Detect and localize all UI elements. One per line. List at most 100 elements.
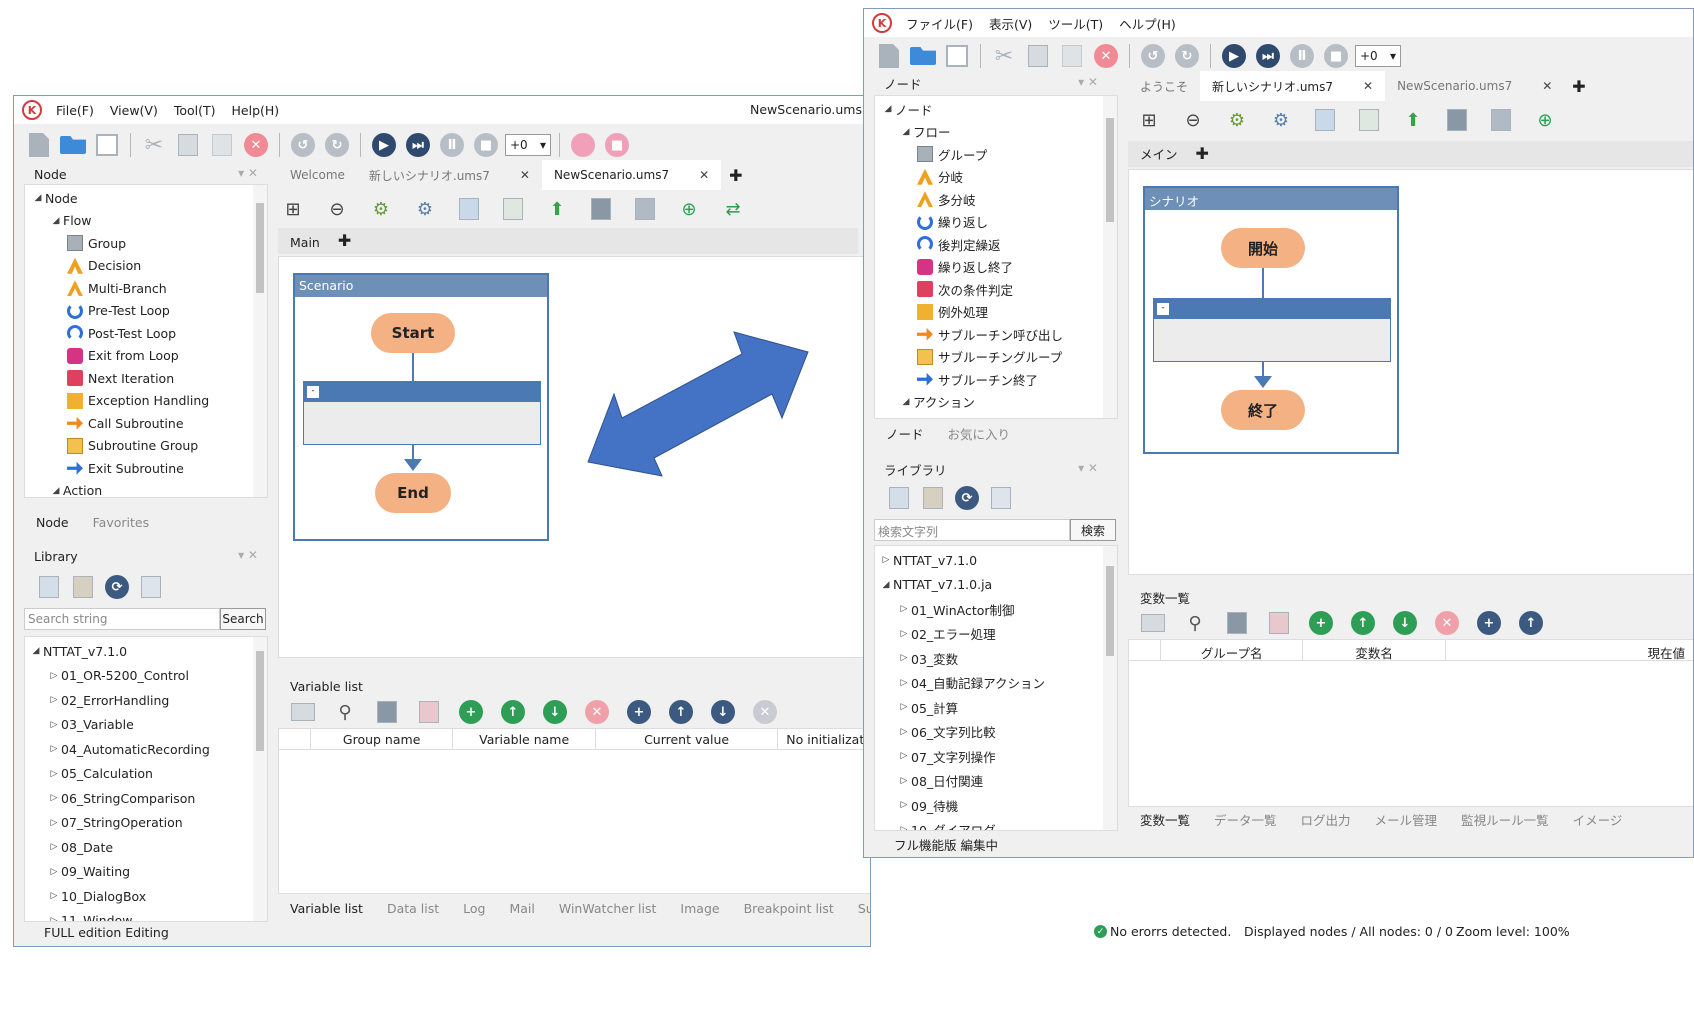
expand-triangle-icon[interactable]: ◢ [899, 127, 913, 137]
properties-icon[interactable]: ⚙ [1266, 105, 1296, 135]
column-group-name[interactable]: Group name [311, 729, 454, 749]
stop-icon[interactable]: ■ [1321, 41, 1351, 71]
document-tab[interactable]: ようこそ [1128, 71, 1200, 101]
collapsed-triangle-icon[interactable]: ▷ [897, 702, 911, 712]
menu-view[interactable]: View(V) [102, 103, 166, 118]
column-current-value[interactable]: 現在値 [1446, 640, 1693, 660]
library-item[interactable]: ▷ 11_Window [29, 909, 267, 921]
scenario-canvas[interactable]: シナリオ 開始 - 終了 [1128, 169, 1693, 575]
library-item[interactable]: ▷ 02_エラー処理 [879, 622, 1117, 647]
swap-icon[interactable]: ⇄ [718, 194, 748, 224]
library-item[interactable]: ▷ 05_Calculation [29, 762, 267, 787]
search-button[interactable]: Search [220, 608, 266, 630]
tree-item[interactable]: 例外処理 [881, 301, 1117, 324]
speed-combo[interactable]: +0 ▾ [1355, 45, 1401, 67]
cut-icon[interactable]: ✂ [989, 41, 1019, 71]
tree-item[interactable]: 繰り返し [881, 211, 1117, 234]
speed-combo[interactable]: +0 ▾ [505, 134, 551, 156]
search-icon[interactable]: ⚲ [330, 697, 360, 727]
add-tab-icon[interactable]: ✚ [1572, 77, 1585, 96]
tab-favorites[interactable]: Favorites [81, 511, 161, 534]
library-item[interactable]: ▷ 10_ダイアログ [879, 818, 1117, 830]
remove-group-icon[interactable] [414, 697, 444, 727]
add-node-icon[interactable]: ⊕ [1530, 105, 1560, 135]
collapsed-triangle-icon[interactable]: ▷ [879, 555, 893, 565]
library-item[interactable]: ▷ 08_日付関連 [879, 769, 1117, 794]
zoom-out-icon[interactable]: ⊖ [322, 194, 352, 224]
new-icon[interactable] [874, 41, 904, 71]
copy-icon[interactable] [1023, 41, 1053, 71]
column-variable-name[interactable]: Variable name [453, 729, 596, 749]
document-tab[interactable]: 新しいシナリオ.ums7 ✕ [357, 160, 542, 190]
group-collapse-toggle[interactable]: - [307, 386, 319, 398]
bottom-tab[interactable]: 監視ルール一覧 [1449, 806, 1561, 833]
library-item[interactable]: ▷ 01_OR-5200_Control [29, 664, 267, 689]
end-node[interactable]: 終了 [1221, 390, 1305, 430]
library-item[interactable]: ◢ NTTAT_v7.1.0.ja [879, 573, 1117, 598]
library-add-icon[interactable] [884, 483, 914, 513]
align-icon[interactable] [1310, 105, 1340, 135]
undo-icon[interactable]: ↺ [288, 130, 318, 160]
settings-icon[interactable]: ⚙ [1222, 105, 1252, 135]
tree-item[interactable]: Group [31, 232, 267, 255]
add-group-icon[interactable]: + [1474, 608, 1504, 638]
library-search-icon[interactable] [136, 572, 166, 602]
collapsed-triangle-icon[interactable]: ▷ [897, 678, 911, 688]
search-button[interactable]: 検索 [1070, 519, 1116, 541]
add-node-icon[interactable]: ⊕ [674, 194, 704, 224]
collapsed-triangle-icon[interactable]: ▷ [897, 776, 911, 786]
close-icon[interactable]: ✕ [1363, 79, 1373, 93]
run-icon[interactable]: ▶ [1219, 41, 1249, 71]
collapsed-triangle-icon[interactable]: ▷ [47, 695, 61, 705]
delete-variable-icon[interactable]: ✕ [582, 697, 612, 727]
menu-tool[interactable]: Tool(T) [166, 103, 224, 118]
tree-item[interactable]: ◢ ノード [881, 98, 1117, 121]
library-item[interactable]: ▷ 06_文字列比較 [879, 720, 1117, 745]
library-item[interactable]: ▷ 03_Variable [29, 713, 267, 738]
export-icon[interactable] [1354, 105, 1384, 135]
record-icon[interactable] [568, 130, 598, 160]
tree-item[interactable]: Exit from Loop [31, 345, 267, 368]
move-down-icon[interactable]: ↓ [540, 697, 570, 727]
library-item[interactable]: ▷ 08_Date [29, 835, 267, 860]
tree-item[interactable]: 後判定繰返 [881, 233, 1117, 256]
start-node[interactable]: Start [371, 313, 455, 353]
add-sheet-icon[interactable]: ✚ [332, 227, 357, 254]
save-icon[interactable] [942, 41, 972, 71]
tree-item[interactable]: Multi-Branch [31, 277, 267, 300]
redo-icon[interactable]: ↻ [322, 130, 352, 160]
pause-icon[interactable]: Ⅱ [437, 130, 467, 160]
group-delete-icon[interactable]: ✕ [750, 697, 780, 727]
expand-triangle-icon[interactable]: ◢ [49, 486, 63, 496]
expanded-triangle-icon[interactable]: ◢ [29, 646, 43, 656]
add-tab-icon[interactable]: ✚ [729, 166, 742, 185]
menu-tool[interactable]: ツール(T) [1040, 14, 1111, 33]
column-no-initialization[interactable]: No initializat [778, 729, 870, 749]
move-up-icon[interactable]: ↑ [1348, 608, 1378, 638]
tab-main[interactable]: Main [278, 231, 332, 254]
close-icon[interactable]: ✕ [699, 168, 709, 182]
tab-main[interactable]: メイン [1128, 140, 1190, 167]
collapsed-triangle-icon[interactable]: ▷ [47, 720, 61, 730]
expanded-triangle-icon[interactable]: ◢ [879, 580, 893, 590]
scenario-frame[interactable]: シナリオ 開始 - 終了 [1143, 186, 1399, 454]
add-sheet-icon[interactable]: ✚ [1190, 140, 1215, 167]
tab-favorites[interactable]: お気に入り [936, 420, 1023, 447]
column-group-name[interactable]: グループ名 [1161, 640, 1304, 660]
panel-pin-close-icon[interactable]: ▾ ✕ [238, 166, 258, 180]
column-current-value[interactable]: Current value [596, 729, 779, 749]
collapsed-triangle-icon[interactable]: ▷ [47, 793, 61, 803]
bottom-tab[interactable]: Image [668, 897, 731, 920]
tab-node[interactable]: ノード [874, 420, 936, 447]
group-down-icon[interactable]: ↓ [708, 697, 738, 727]
cut-icon[interactable]: ✂ [139, 130, 169, 160]
pause-icon[interactable]: Ⅱ [1287, 41, 1317, 71]
expand-triangle-icon[interactable]: ◢ [881, 104, 895, 114]
tree-item[interactable]: Next Iteration [31, 367, 267, 390]
delete-icon[interactable]: ✕ [241, 130, 271, 160]
open-icon[interactable] [908, 41, 938, 71]
collapsed-triangle-icon[interactable]: ▷ [897, 727, 911, 737]
panel-pin-close-icon[interactable]: ▾ ✕ [1078, 461, 1098, 475]
library-search-icon[interactable] [986, 483, 1016, 513]
upload-icon[interactable]: ⬆ [1398, 105, 1428, 135]
